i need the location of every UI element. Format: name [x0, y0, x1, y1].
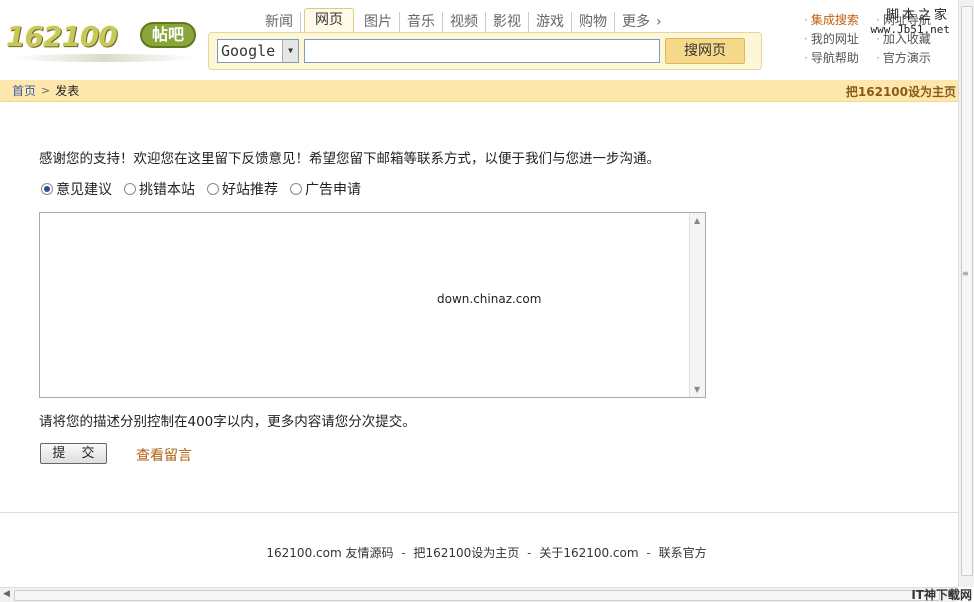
radio-option-report-error[interactable]: 挑错本站: [124, 179, 195, 199]
radio-label: 挑错本站: [139, 182, 195, 198]
breadcrumb: 首页 > 发表 把162100设为主页: [0, 80, 958, 102]
site-logo[interactable]: 162100 帖吧: [6, 14, 196, 64]
quick-link-nav-help[interactable]: 导航帮助: [804, 50, 876, 67]
search-engine-value: Google: [221, 42, 276, 60]
nav-more-label: 更多: [622, 14, 650, 30]
radio-option-ad-request[interactable]: 广告申请: [290, 179, 361, 199]
nav-tab-video[interactable]: 视频: [443, 12, 486, 32]
page-vertical-scrollbar[interactable]: ≡: [958, 0, 974, 587]
radio-label: 好站推荐: [222, 182, 278, 198]
feedback-textarea[interactable]: down.chinaz.com ▲ ▼: [39, 212, 706, 398]
view-messages-link[interactable]: 查看留言: [136, 445, 192, 465]
footer-site-link[interactable]: 162100.com: [266, 546, 341, 560]
quick-link-integrated-search[interactable]: 集成搜索: [804, 12, 876, 29]
radio-button[interactable]: [41, 183, 53, 195]
breadcrumb-current: 发表: [55, 84, 80, 98]
footer-separator: -: [646, 546, 651, 560]
watermark-url: www.Jb51.net: [870, 23, 950, 36]
scroll-grip-icon: ≡: [962, 269, 969, 278]
quick-link-my-urls[interactable]: 我的网址: [804, 31, 876, 48]
radio-button[interactable]: [290, 183, 302, 195]
footer-link-about[interactable]: 关于162100.com: [539, 546, 638, 560]
nav-tab-movies[interactable]: 影视: [486, 12, 529, 32]
nav-tab-news[interactable]: 新闻: [258, 12, 301, 32]
breadcrumb-separator-icon: >: [41, 84, 51, 97]
nav-tab-more[interactable]: 更多 ›: [615, 12, 669, 32]
footer-separator: -: [527, 546, 532, 560]
chevron-right-icon: ›: [656, 14, 662, 30]
header: 162100 帖吧 新闻 网页 图片 音乐 视频 影视 游戏 购物 更多 › G…: [0, 0, 958, 80]
scroll-up-icon[interactable]: ▲: [694, 216, 700, 225]
footer-link-set-home[interactable]: 把162100设为主页: [414, 546, 520, 560]
logo-number: 162100: [6, 20, 118, 53]
vertical-scroll-thumb[interactable]: [961, 6, 973, 576]
scroll-down-icon[interactable]: ▼: [694, 385, 700, 394]
radio-label: 广告申请: [305, 182, 361, 198]
nav-tab-images[interactable]: 图片: [357, 12, 400, 32]
footer-separator: -: [401, 546, 406, 560]
dropdown-arrow-icon[interactable]: ▼: [282, 40, 298, 62]
radio-button[interactable]: [124, 183, 136, 195]
search-web-button[interactable]: 搜网页: [665, 38, 745, 64]
radio-option-recommend-site[interactable]: 好站推荐: [207, 179, 278, 199]
footer-link-friend-source[interactable]: 友情源码: [345, 546, 393, 560]
logo-badge: 帖吧: [140, 22, 196, 48]
horizontal-scroll-thumb[interactable]: [14, 590, 940, 601]
footer-link-contact[interactable]: 联系官方: [659, 546, 707, 560]
watermark: 脚本之家 www.Jb51.net: [871, 4, 950, 36]
quick-link-official-demo[interactable]: 官方演示: [876, 50, 948, 67]
nav-tab-web[interactable]: 网页: [304, 8, 354, 32]
footer-divider: [0, 512, 958, 513]
page-horizontal-scrollbar[interactable]: ◀ ▶: [0, 587, 958, 602]
breadcrumb-home-link[interactable]: 首页: [12, 82, 36, 99]
radio-option-suggestion[interactable]: 意见建议: [41, 179, 112, 199]
feedback-intro: 感谢您的支持！欢迎您在这里留下反馈意见！希望您留下邮箱等联系方式，以便于我们与您…: [39, 151, 660, 167]
feedback-textarea-content: down.chinaz.com: [437, 292, 542, 306]
set-homepage-link[interactable]: 把162100设为主页: [846, 83, 956, 100]
radio-label: 意见建议: [56, 182, 112, 198]
watermark-title: 脚本之家: [885, 8, 950, 23]
search-box: Google ▼ 搜网页: [208, 32, 762, 70]
feedback-type-radios: 意见建议 挑错本站 好站推荐 广告申请: [41, 179, 361, 199]
search-category-nav: 新闻 网页 图片 音乐 视频 影视 游戏 购物 更多 ›: [258, 8, 669, 32]
search-engine-select[interactable]: Google ▼: [217, 39, 299, 63]
logo-shadow: [14, 54, 194, 62]
radio-button[interactable]: [207, 183, 219, 195]
search-input[interactable]: [304, 39, 660, 63]
textarea-scrollbar[interactable]: ▲ ▼: [689, 213, 705, 397]
footer: 162100.com 友情源码 - 把162100设为主页 - 关于162100…: [0, 544, 958, 561]
nav-tab-music[interactable]: 音乐: [400, 12, 443, 32]
corner-watermark: IT神下载网: [911, 588, 972, 602]
nav-tab-shopping[interactable]: 购物: [572, 12, 615, 32]
nav-tab-games[interactable]: 游戏: [529, 12, 572, 32]
length-limit-note: 请将您的描述分别控制在400字以内，更多内容请您分次提交。: [39, 414, 416, 430]
submit-button[interactable]: 提 交: [40, 443, 107, 464]
scroll-left-icon[interactable]: ◀: [3, 589, 10, 599]
feedback-form: 感谢您的支持！欢迎您在这里留下反馈意见！希望您留下邮箱等联系方式，以便于我们与您…: [0, 103, 958, 513]
